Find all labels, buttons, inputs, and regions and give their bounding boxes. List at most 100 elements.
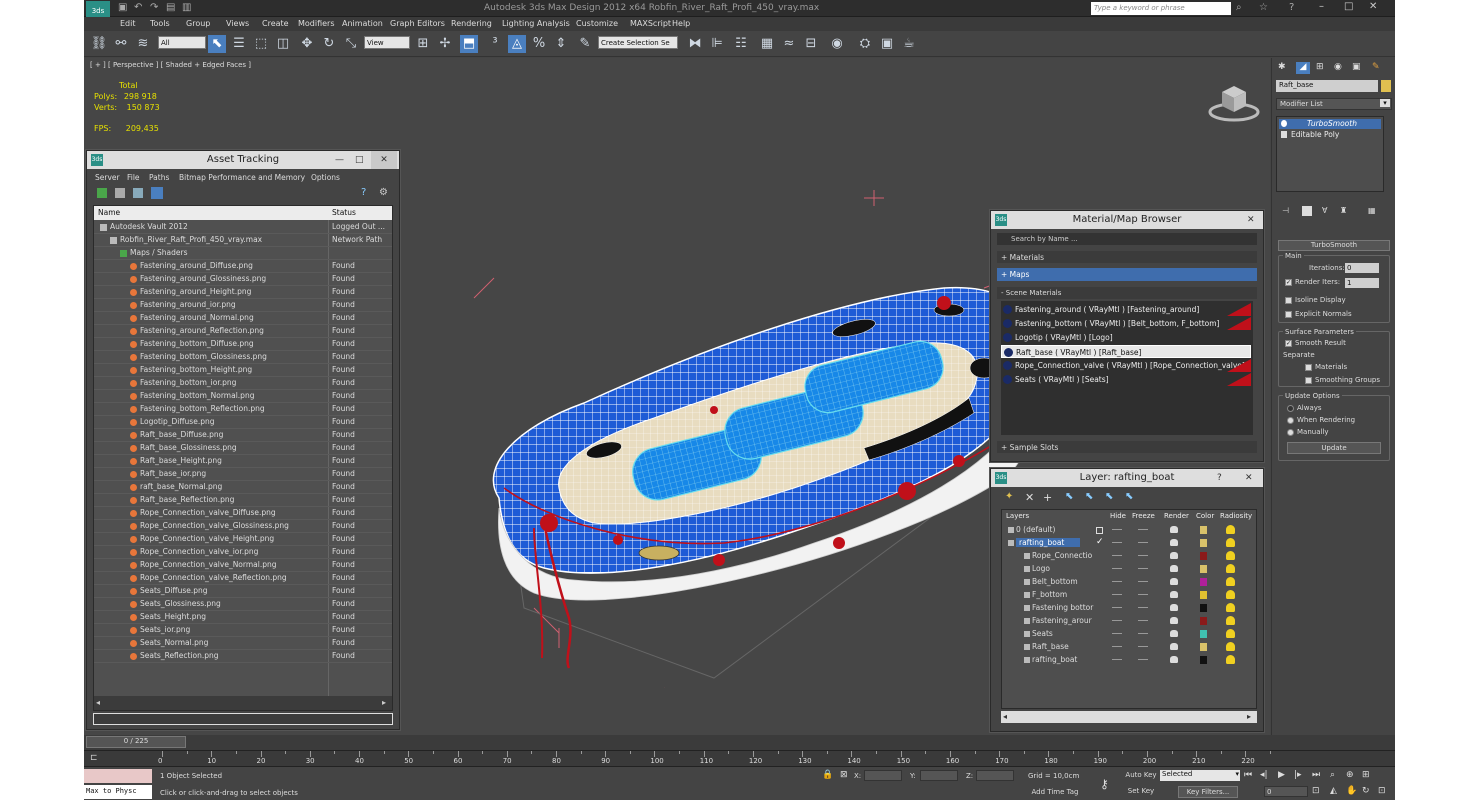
freeze-toggle[interactable]: [1138, 607, 1148, 608]
layer-row[interactable]: Seats: [1002, 628, 1256, 641]
x-coordinate-field[interactable]: [864, 770, 902, 781]
table-row[interactable]: raft_base_Normal.png Found: [94, 481, 392, 494]
current-layer-check-icon[interactable]: ✓: [1096, 537, 1104, 547]
layer-row[interactable]: Fastening_arour: [1002, 615, 1256, 628]
configure-sets-icon[interactable]: ▦: [1368, 206, 1376, 215]
window-crossing-icon[interactable]: ◫: [274, 35, 292, 53]
render-teapot-icon[interactable]: [1170, 604, 1178, 611]
table-row[interactable]: Rope_Connection_valve_Normal.png Found: [94, 559, 392, 572]
key-icon[interactable]: ⚷: [1100, 777, 1109, 791]
render-teapot-icon[interactable]: [1170, 617, 1178, 624]
hide-toggle[interactable]: [1112, 633, 1122, 634]
layer-color-swatch[interactable]: [1200, 578, 1207, 586]
current-layer-box-icon[interactable]: [1096, 527, 1103, 534]
rendered-frame-icon[interactable]: ▣: [878, 35, 896, 53]
scroll-right-icon[interactable]: ▸: [382, 698, 386, 707]
freeze-toggle[interactable]: [1138, 659, 1148, 660]
radiosity-bulb-icon[interactable]: [1226, 590, 1235, 599]
select-manipulate-icon[interactable]: ✢: [436, 35, 454, 53]
when-rendering-radio[interactable]: [1287, 417, 1294, 424]
orbit-icon[interactable]: ↻: [1362, 786, 1370, 796]
asset-path-field[interactable]: [93, 713, 393, 725]
table-row[interactable]: Seats_Diffuse.png Found: [94, 585, 392, 598]
mini-curve-icon[interactable]: ⊏: [90, 753, 98, 763]
layer-color-swatch[interactable]: [1200, 526, 1207, 534]
next-frame-icon[interactable]: |▸: [1294, 770, 1302, 780]
auto-key-button[interactable]: Auto Key: [1124, 770, 1158, 782]
star-icon[interactable]: ☆: [1259, 2, 1268, 13]
close-icon[interactable]: ✕: [1245, 469, 1253, 487]
layer-name[interactable]: Rope_Connectio: [1032, 551, 1092, 560]
close-icon[interactable]: ✕: [1369, 1, 1377, 12]
zoom-icon[interactable]: ⌕: [1330, 770, 1335, 780]
render-teapot-icon[interactable]: [1170, 552, 1178, 559]
layer-window-titlebar[interactable]: 3ds Layer: rafting_boat ? ✕: [991, 469, 1263, 487]
radiosity-bulb-icon[interactable]: [1226, 629, 1235, 638]
section-materials[interactable]: + Materials: [997, 251, 1257, 263]
y-coordinate-field[interactable]: [920, 770, 958, 781]
layer-color-swatch[interactable]: [1200, 617, 1207, 625]
freeze-toggle[interactable]: [1138, 594, 1148, 595]
close-icon[interactable]: ✕: [1247, 211, 1255, 229]
help-icon[interactable]: ?: [361, 187, 366, 198]
hide-toggle[interactable]: [1112, 568, 1122, 569]
qa-undo-icon[interactable]: ↶: [134, 2, 142, 13]
table-row[interactable]: Fastening_around_Reflection.png Found: [94, 325, 392, 338]
layer-color-swatch[interactable]: [1200, 565, 1207, 573]
layer-name[interactable]: Raft_base: [1032, 642, 1069, 651]
table-row[interactable]: Fastening_bottom_Normal.png Found: [94, 390, 392, 403]
perspective-viewport[interactable]: [ + ] [ Perspective ] [ Shaded + Edged F…: [84, 58, 1270, 735]
qa-open-icon[interactable]: ▤: [166, 2, 175, 13]
object-color-swatch[interactable]: [1381, 80, 1391, 92]
radiosity-bulb-icon[interactable]: [1226, 603, 1235, 612]
layer-column-color[interactable]: Color: [1196, 512, 1214, 520]
align-icon[interactable]: ⊫: [708, 35, 726, 53]
radiosity-bulb-icon[interactable]: [1226, 551, 1235, 560]
table-row[interactable]: Fastening_bottom_Glossiness.png Found: [94, 351, 392, 364]
menu-modifiers[interactable]: Modifiers: [298, 19, 335, 28]
search-icon[interactable]: ⌕: [1236, 2, 1242, 13]
material-item[interactable]: Logotip ( VRayMtl ) [Logo]: [1001, 331, 1251, 344]
menu-rendering[interactable]: Rendering: [451, 19, 492, 28]
table-row[interactable]: Rope_Connection_valve_Diffuse.png Found: [94, 507, 392, 520]
render-icon[interactable]: ☕: [900, 35, 918, 53]
render-setup-icon[interactable]: ⛭: [856, 35, 874, 53]
rotate-icon[interactable]: ↻: [320, 35, 338, 53]
layer-name[interactable]: rafting_boat: [1016, 538, 1081, 547]
current-frame-field[interactable]: 0: [1264, 786, 1308, 797]
freeze-all-icon[interactable]: ⬉: [1125, 491, 1133, 502]
manually-radio[interactable]: [1287, 429, 1294, 436]
highlight-layer-icon[interactable]: ⬉: [1085, 491, 1093, 502]
maximize-icon[interactable]: □: [355, 151, 364, 169]
time-config-icon[interactable]: ⊡: [1312, 786, 1320, 796]
radiosity-bulb-icon[interactable]: [1226, 577, 1235, 586]
angle-snap-icon[interactable]: ◬: [508, 35, 526, 53]
material-item[interactable]: Fastening_around ( VRayMtl ) [Fastening_…: [1001, 303, 1251, 316]
layer-column-hide[interactable]: Hide: [1110, 512, 1126, 520]
curve-editor-icon-main[interactable]: ≈: [780, 35, 798, 53]
hierarchy-tab-icon[interactable]: ⊞: [1316, 62, 1324, 72]
smooth-result-checkbox[interactable]: ✓: [1285, 340, 1292, 347]
asset-menu-paths[interactable]: Paths: [149, 173, 169, 182]
hide-toggle[interactable]: [1112, 594, 1122, 595]
table-row[interactable]: Fastening_bottom_Height.png Found: [94, 364, 392, 377]
menu-maxscript[interactable]: MAXScript: [630, 19, 671, 28]
named-selection-icon[interactable]: ✎: [576, 35, 594, 53]
link-icon[interactable]: ⛓: [90, 35, 108, 53]
help-icon[interactable]: ?: [1289, 2, 1294, 13]
menu-tools[interactable]: Tools: [150, 19, 170, 28]
modify-tab-icon[interactable]: ◢: [1296, 62, 1310, 74]
hide-toggle[interactable]: [1112, 529, 1122, 530]
table-row[interactable]: Logotip_Diffuse.png Found: [94, 416, 392, 429]
time-slider[interactable]: 0 / 225: [84, 735, 1395, 750]
modifier-stack-item[interactable]: TurboSmooth: [1279, 119, 1381, 129]
display-tab-icon[interactable]: ▣: [1352, 62, 1361, 72]
maximize-viewport-icon[interactable]: ⊡: [1378, 786, 1386, 796]
material-item[interactable]: Fastening_bottom ( VRayMtl ) [Belt_botto…: [1001, 317, 1251, 330]
table-row[interactable]: Rope_Connection_valve_Reflection.png Foun…: [94, 572, 392, 585]
layer-color-swatch[interactable]: [1200, 656, 1207, 664]
viewcube-icon[interactable]: [1204, 78, 1264, 123]
table-row[interactable]: Fastening_around_Normal.png Found: [94, 312, 392, 325]
layer-column-layers[interactable]: Layers: [1006, 512, 1029, 520]
hide-toggle[interactable]: [1112, 607, 1122, 608]
